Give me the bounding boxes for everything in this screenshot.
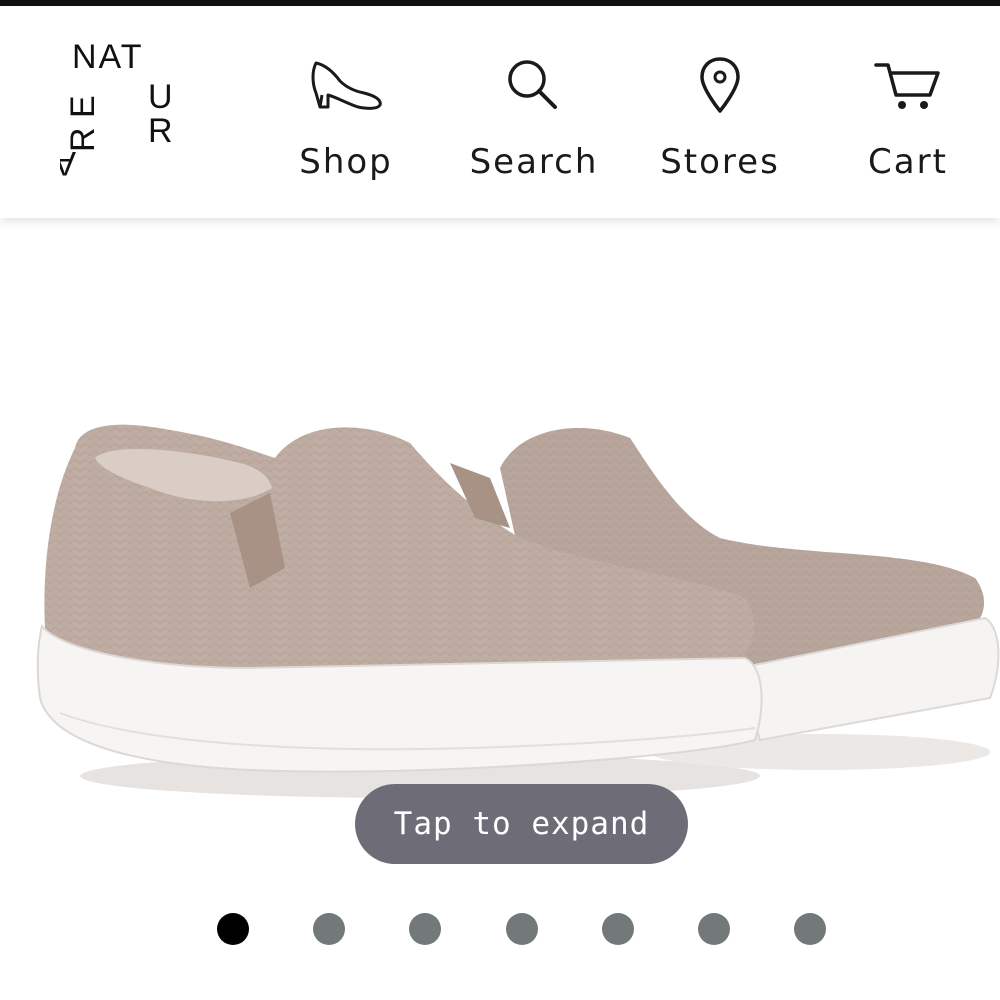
svg-text:NAT: NAT [72,38,143,76]
carousel-dot-4[interactable] [506,913,538,945]
carousel-dots [0,913,1000,953]
tap-to-expand-button[interactable]: Tap to expand [355,784,688,864]
nav-search[interactable]: Search [454,46,614,196]
naturalizer-logo-icon: NAT U R ALIZ E R [60,38,173,182]
svg-text:R: R [148,112,173,150]
carousel-dot-5[interactable] [602,913,634,945]
cart-icon [868,46,948,126]
carousel-dot-1[interactable] [217,913,249,945]
brand-logo[interactable]: NAT U R ALIZ E R [60,32,180,182]
product-image[interactable] [0,368,1000,828]
carousel-dot-3[interactable] [409,913,441,945]
svg-text:U: U [148,78,173,116]
nav-shop[interactable]: Shop [266,46,426,196]
svg-text:E: E [64,95,102,118]
product-gallery: Tap to expand [0,218,1000,1000]
svg-text:R: R [64,127,102,152]
shoe-icon [306,46,386,126]
search-icon [494,46,574,126]
slip-on-sneaker-image [36,424,1000,798]
nav-cart-label: Cart [868,142,948,182]
nav-cart[interactable]: Cart [828,46,988,196]
nav-stores[interactable]: Stores [640,46,800,196]
carousel-dot-6[interactable] [698,913,730,945]
nav-shop-label: Shop [299,142,393,182]
carousel-dot-7[interactable] [794,913,826,945]
carousel-dot-2[interactable] [313,913,345,945]
location-pin-icon [680,46,760,126]
tap-to-expand-label: Tap to expand [393,806,650,842]
nav-search-label: Search [469,142,599,182]
site-header: NAT U R ALIZ E R Shop Search [0,6,1000,218]
nav-stores-label: Stores [660,142,780,182]
